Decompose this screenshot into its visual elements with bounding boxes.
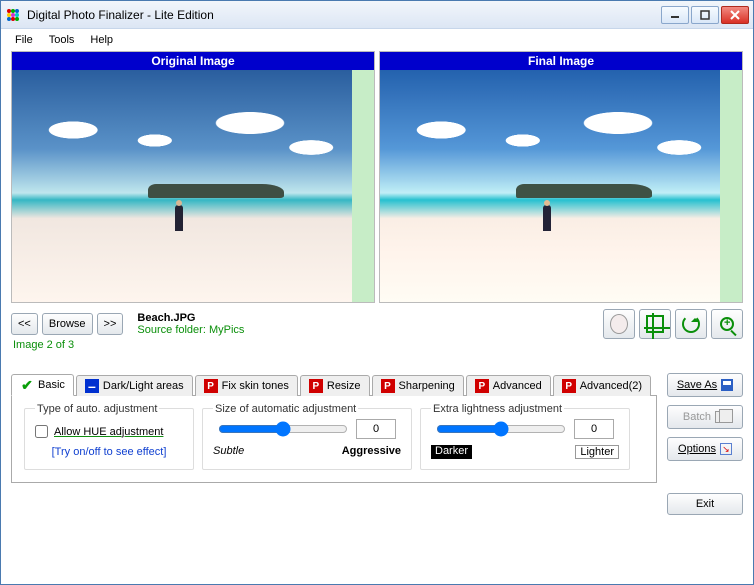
zoom-icon	[720, 317, 734, 331]
image-counter: Image 2 of 3	[1, 339, 753, 355]
exit-button[interactable]: Exit	[667, 493, 743, 515]
final-image	[380, 70, 720, 302]
final-header: Final Image	[380, 52, 742, 70]
group-auto-type-title: Type of auto. adjustment	[35, 403, 159, 415]
tab-skin[interactable]: Fix skin tones	[195, 375, 298, 396]
file-info: Beach.JPG Source folder: MyPics	[137, 312, 244, 336]
tab-resize-label: Resize	[327, 380, 361, 392]
save-icon	[721, 379, 733, 391]
final-panel: Final Image	[379, 51, 743, 303]
folder-label: Source folder: MyPics	[137, 324, 244, 336]
filename-label: Beach.JPG	[137, 312, 244, 324]
tab-skin-label: Fix skin tones	[222, 380, 289, 392]
crop-icon	[646, 315, 664, 333]
save-as-button[interactable]: Save As	[667, 373, 743, 397]
batch-icon	[715, 411, 727, 423]
tab-basic-label: Basic	[38, 379, 65, 391]
tabbar: Basic Dark/Light areas Fix skin tones Re…	[11, 373, 657, 396]
tab-sharpen[interactable]: Sharpening	[372, 375, 464, 396]
menu-file[interactable]: File	[15, 34, 33, 46]
window-title: Digital Photo Finalizer - Lite Edition	[27, 8, 661, 22]
batch-button[interactable]: Batch	[667, 405, 743, 429]
original-panel: Original Image	[11, 51, 375, 303]
minimize-button[interactable]	[661, 6, 689, 24]
dash-icon	[85, 379, 99, 393]
extra-right-label: Lighter	[575, 445, 619, 459]
tab-advanced-label: Advanced	[493, 380, 542, 392]
size-slider[interactable]	[218, 421, 348, 437]
crop-button[interactable]	[639, 309, 671, 339]
nav-row: << Browse >> Beach.JPG Source folder: My…	[1, 303, 753, 339]
menu-help[interactable]: Help	[90, 34, 113, 46]
rotate-button[interactable]	[675, 309, 707, 339]
tab-basic[interactable]: Basic	[11, 374, 74, 396]
options-icon	[720, 443, 732, 455]
maximize-button[interactable]	[691, 6, 719, 24]
tab-darklight[interactable]: Dark/Light areas	[76, 375, 193, 396]
tab-advanced2-label: Advanced(2)	[580, 380, 642, 392]
app-window: Digital Photo Finalizer - Lite Edition F…	[0, 0, 754, 585]
titlebar: Digital Photo Finalizer - Lite Edition	[1, 1, 753, 29]
pro-icon	[309, 379, 323, 393]
check-icon	[20, 378, 34, 392]
batch-label: Batch	[683, 411, 711, 423]
group-auto-type: Type of auto. adjustment Allow HUE adjus…	[24, 408, 194, 470]
extra-slider[interactable]	[436, 421, 566, 437]
size-value: 0	[356, 419, 396, 439]
allow-hue-checkbox[interactable]	[35, 425, 48, 438]
allow-hue-row[interactable]: Allow HUE adjustment	[35, 425, 183, 438]
pro-icon	[475, 379, 489, 393]
pro-icon	[562, 379, 576, 393]
image-panels: Original Image Final Image	[1, 51, 753, 303]
tab-advanced[interactable]: Advanced	[466, 375, 551, 396]
extra-left-label: Darker	[431, 445, 472, 459]
size-left-label: Subtle	[213, 445, 244, 457]
pro-icon	[381, 379, 395, 393]
group-extra-title: Extra lightness adjustment	[431, 403, 564, 415]
options-label: Options	[678, 443, 716, 455]
tab-sharpen-label: Sharpening	[399, 380, 455, 392]
tabs-area: Basic Dark/Light areas Fix skin tones Re…	[11, 373, 657, 483]
side-buttons: Save As Batch Options	[667, 373, 743, 483]
face-button[interactable]	[603, 309, 635, 339]
hue-hint: [Try on/off to see effect]	[35, 446, 183, 458]
tab-resize[interactable]: Resize	[300, 375, 370, 396]
prev-button[interactable]: <<	[11, 313, 38, 335]
original-image	[12, 70, 352, 302]
group-size: Size of automatic adjustment 0 Subtle Ag…	[202, 408, 412, 470]
size-right-label: Aggressive	[342, 445, 401, 457]
options-button[interactable]: Options	[667, 437, 743, 461]
pro-icon	[204, 379, 218, 393]
tab-advanced2[interactable]: Advanced(2)	[553, 375, 651, 396]
zoom-button[interactable]	[711, 309, 743, 339]
close-button[interactable]	[721, 6, 749, 24]
rotate-icon	[682, 315, 700, 333]
save-as-label: Save As	[677, 379, 717, 391]
original-header: Original Image	[12, 52, 374, 70]
face-icon	[610, 314, 628, 334]
exit-label: Exit	[696, 498, 714, 510]
tab-darklight-label: Dark/Light areas	[103, 380, 184, 392]
browse-button[interactable]: Browse	[42, 313, 93, 335]
allow-hue-label: Allow HUE adjustment	[54, 426, 163, 438]
menubar: File Tools Help	[1, 29, 753, 51]
menu-tools[interactable]: Tools	[49, 34, 75, 46]
next-button[interactable]: >>	[97, 313, 124, 335]
group-size-title: Size of automatic adjustment	[213, 403, 358, 415]
tab-content-basic: Type of auto. adjustment Allow HUE adjus…	[11, 396, 657, 483]
extra-value: 0	[574, 419, 614, 439]
app-icon	[5, 7, 21, 23]
group-extra: Extra lightness adjustment 0 Darker Ligh…	[420, 408, 630, 470]
